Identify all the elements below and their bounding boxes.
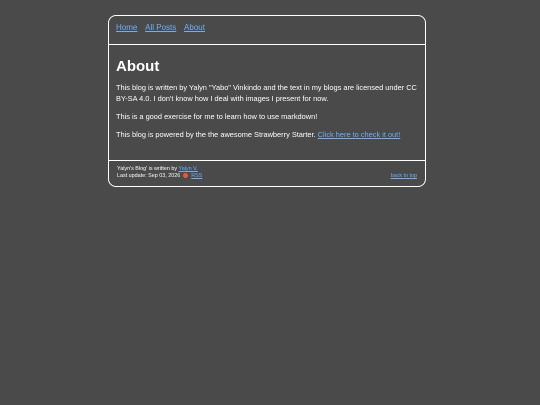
about-paragraph-markdown: This is a good exercise for me to learn … <box>116 112 318 121</box>
nav-about-link[interactable]: About <box>184 23 205 32</box>
top-nav: Home All Posts About <box>109 16 425 45</box>
footer: Yalyn's Blog' is written by Yalyn V. Las… <box>109 161 425 180</box>
about-paragraph-powered: This blog is powered by the the awesome … <box>116 129 418 140</box>
back-to-top-link[interactable]: back to top <box>391 173 417 180</box>
nav-all-posts-link[interactable]: All Posts <box>145 23 176 32</box>
footer-author-line: Yalyn's Blog' is written by Yalyn V. <box>117 166 417 173</box>
nav-home-link[interactable]: Home <box>116 23 137 32</box>
footer-update-line: Last update: Sep 03, 2026 RSS <box>117 173 417 180</box>
footer-written-by: Yalyn's Blog' is written by <box>117 166 178 172</box>
last-update-text: Last update: Sep 03, 2026 <box>117 173 181 179</box>
strawberry-icon <box>182 173 188 178</box>
powered-by-text: This blog is powered by the the awesome … <box>116 130 316 139</box>
main-content: About This blog is written by Yalyn "Yab… <box>109 45 425 161</box>
strawberry-starter-link[interactable]: Click here to check it out! <box>318 130 401 139</box>
page-card: Home All Posts About About This blog is … <box>108 15 426 187</box>
about-paragraph-license: This blog is written by Yalyn "Yabo" Vin… <box>116 83 417 103</box>
page-title: About <box>116 58 160 75</box>
author-link[interactable]: Yalyn V. <box>179 166 198 172</box>
rss-link[interactable]: RSS <box>191 173 202 179</box>
